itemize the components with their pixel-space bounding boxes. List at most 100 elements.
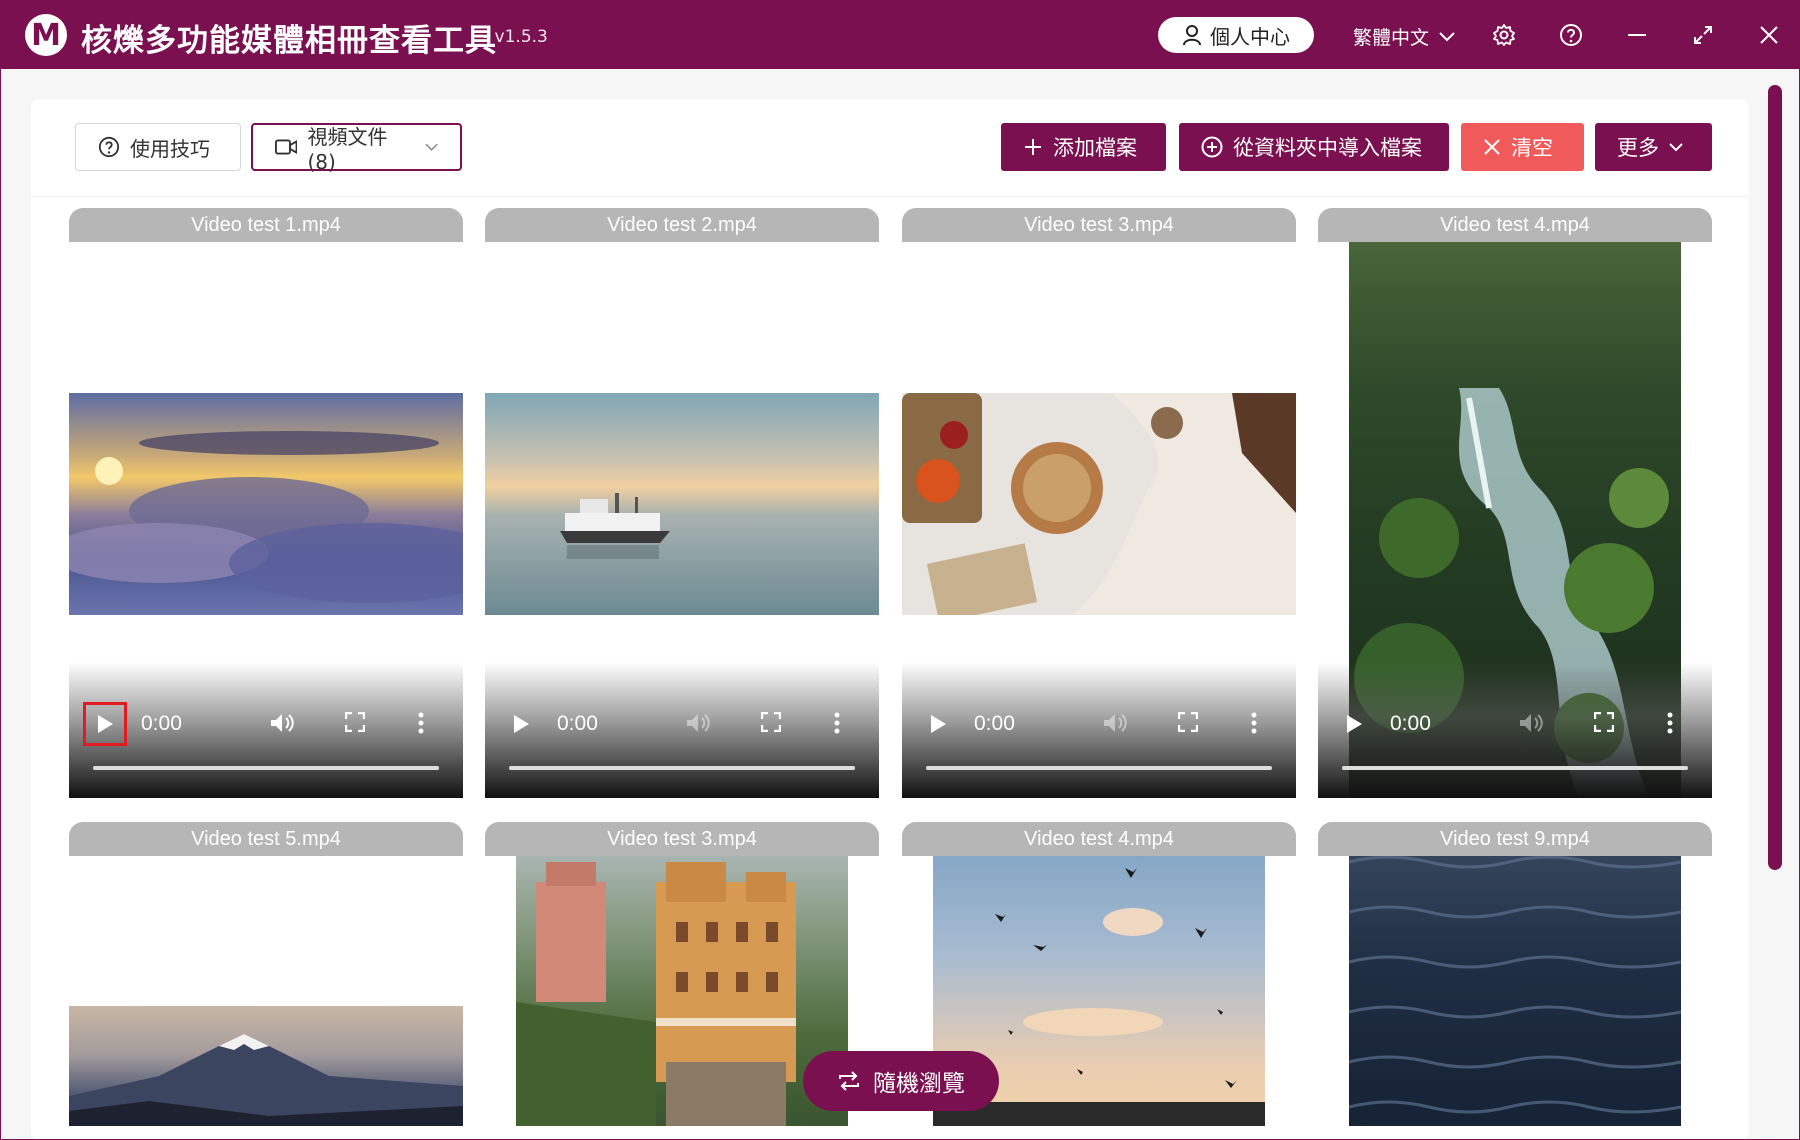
volume-icon [1104,714,1127,732]
play-icon [514,715,529,733]
fullscreen-icon [1177,711,1199,733]
minimize-icon [1628,34,1646,36]
language-label: 繁體中文 [1353,27,1430,49]
more-options-button[interactable] [417,712,425,738]
video-card[interactable]: Video test 5.mp4 [69,822,463,1126]
play-button[interactable] [499,702,543,746]
tips-button[interactable]: 使用技巧 [75,123,241,171]
user-icon [1183,25,1201,46]
more-vertical-icon [834,712,840,734]
help-button[interactable] [1557,21,1585,49]
add-files-button[interactable]: 添加檔案 [1001,123,1166,171]
volume-icon [271,714,294,732]
video-time: 0:00 [557,712,598,735]
plus-icon [1025,139,1041,155]
user-center-label: 個人中心 [1210,24,1290,49]
close-icon [1760,26,1778,44]
progress-bar[interactable] [509,766,855,770]
play-button[interactable] [83,702,127,746]
clear-button[interactable]: 清空 [1461,123,1584,171]
video-name: Video test 4.mp4 [1024,828,1174,850]
video-thumbnail-cliff-building[interactable] [516,822,848,1126]
video-thumbnail-food-table[interactable] [902,393,1296,615]
toolbar: 使用技巧 視頻文件 (8) 添加檔案 從資料夾中導入檔案 清空 更多 [31,99,1749,197]
title-bar: M 核爍多功能媒體相冊查看工具 - v1.5.3 個人中心 繁體中文 [1,1,1800,69]
video-card[interactable]: Video test 2.mp4 0:00 [485,208,879,798]
help-icon [1560,24,1582,46]
fullscreen-icon [760,711,782,733]
video-card[interactable]: Video test 4.mp4 0:00 [1318,208,1712,798]
user-center-button[interactable]: 個人中心 [1158,17,1314,53]
volume-button[interactable] [1102,712,1128,738]
video-controls: 0:00 [485,662,879,798]
fullscreen-icon [344,711,366,733]
more-label: 更多 [1617,136,1659,160]
video-thumbnail-ocean-waves[interactable] [1349,822,1681,1126]
video-thumbnail-ship-at-sea[interactable] [485,393,879,615]
more-options-button[interactable] [833,712,841,738]
more-vertical-icon [1251,712,1257,734]
video-controls: 0:00 [902,662,1296,798]
play-icon [1347,715,1362,733]
scrollbar-thumb[interactable] [1768,85,1782,870]
fullscreen-icon [1593,711,1615,733]
video-controls: 0:00 [69,662,463,798]
volume-button[interactable] [685,712,711,738]
random-browse-label: 隨機瀏覽 [873,1071,965,1097]
video-time: 0:00 [141,712,182,735]
clear-label: 清空 [1511,136,1553,160]
video-card[interactable]: Video test 1.mp4 0:00 [69,208,463,798]
video-thumbnail-sunset-clouds[interactable] [69,393,463,615]
video-name: Video test 5.mp4 [191,828,341,850]
fullscreen-button[interactable] [1177,711,1199,736]
close-icon [1484,139,1500,155]
language-select[interactable]: 繁體中文 [1353,23,1455,50]
volume-icon [1520,714,1543,732]
import-folder-label: 從資料夾中導入檔案 [1233,136,1422,160]
help-icon [98,136,120,158]
random-browse-button[interactable]: 隨機瀏覽 [803,1051,999,1111]
video-card[interactable]: Video test 3.mp4 0:00 [902,208,1296,798]
progress-bar[interactable] [926,766,1272,770]
chevron-down-icon [425,143,438,151]
play-button[interactable] [1332,702,1376,746]
more-options-button[interactable] [1666,712,1674,738]
more-button[interactable]: 更多 [1595,123,1712,171]
close-button[interactable] [1755,21,1783,49]
video-name: Video test 3.mp4 [1024,214,1174,236]
plus-circle-icon [1201,136,1223,158]
maximize-icon [1694,26,1712,44]
volume-button[interactable] [1518,712,1544,738]
progress-bar[interactable] [93,766,439,770]
volume-icon [687,714,710,732]
progress-bar[interactable] [1342,766,1688,770]
video-time: 0:00 [1390,712,1431,735]
tips-label: 使用技巧 [130,136,210,161]
chevron-down-icon [1439,31,1455,41]
video-camera-icon [275,139,298,155]
play-icon [931,715,946,733]
video-name: Video test 9.mp4 [1440,828,1590,850]
app-logo: M [25,14,67,56]
fullscreen-button[interactable] [760,711,782,736]
minimize-button[interactable] [1623,21,1651,49]
settings-button[interactable] [1490,21,1518,49]
fullscreen-button[interactable] [344,711,366,736]
video-name: Video test 3.mp4 [607,828,757,850]
volume-button[interactable] [269,712,295,738]
more-vertical-icon [1667,712,1673,734]
file-type-label: 視頻文件 (8) [307,124,388,174]
app-version: - v1.5.3 [483,27,548,47]
file-type-filter[interactable]: 視頻文件 (8) [251,123,462,174]
import-folder-button[interactable]: 從資料夾中導入檔案 [1179,123,1449,171]
maximize-button[interactable] [1689,21,1717,49]
more-options-button[interactable] [1250,712,1258,738]
fullscreen-button[interactable] [1593,711,1615,736]
video-time: 0:00 [974,712,1015,735]
add-files-label: 添加檔案 [1053,136,1137,160]
video-card[interactable]: Video test 9.mp4 [1318,822,1712,1126]
video-thumbnail-mount-fuji[interactable] [69,1006,463,1126]
play-button[interactable] [916,702,960,746]
app-logo-letter: M [31,17,61,53]
app-title: 核爍多功能媒體相冊查看工具 [81,23,497,59]
